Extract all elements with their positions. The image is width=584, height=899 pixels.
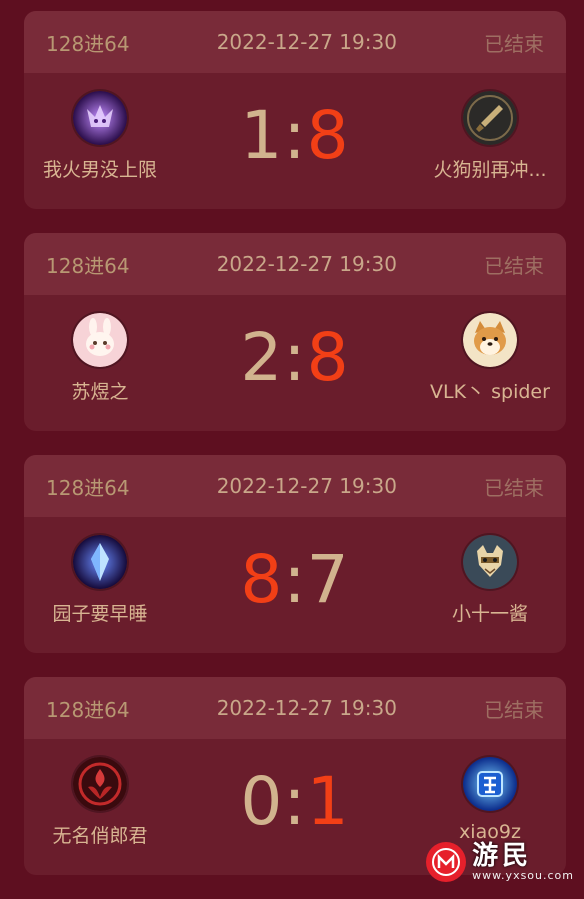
strong-badge-icon[interactable] (463, 757, 517, 811)
shiba-dog-icon[interactable] (463, 313, 517, 367)
left-score: 0 (240, 763, 284, 840)
match-header: 128进64 2022-12-27 19:30 已结束 (24, 11, 566, 73)
score-separator: : (283, 763, 307, 840)
match-time: 2022-12-27 19:30 (216, 252, 397, 276)
watermark-logo-icon (426, 842, 467, 882)
right-score: 1 (306, 763, 350, 840)
watermark-url: www.yxsou.com (472, 869, 574, 882)
match-body: 苏煜之 2:8 VLK丶 spider (24, 295, 566, 431)
match-card[interactable]: 128进64 2022-12-27 19:30 已结束 我火男没上限 1:8 火… (24, 11, 566, 209)
right-score: 8 (306, 97, 350, 174)
match-time: 2022-12-27 19:30 (216, 474, 397, 498)
match-time: 2022-12-27 19:30 (216, 30, 397, 54)
cat-mask-icon[interactable] (463, 535, 517, 589)
round-label: 128进64 (46, 253, 130, 278)
right-score: 7 (306, 541, 350, 618)
right-score: 8 (306, 319, 350, 396)
right-player[interactable]: 小十一酱 (390, 535, 566, 626)
watermark-title: 游民 (472, 841, 533, 871)
watermark-text: 游民 www.yxsou.com (472, 842, 574, 882)
match-card[interactable]: 128进64 2022-12-27 19:30 已结束 园子要早睡 8:7 小十… (24, 455, 566, 653)
match-status: 已结束 (483, 253, 544, 278)
right-player[interactable]: VLK丶 spider (390, 313, 566, 404)
score-separator: : (283, 541, 307, 618)
match-body: 我火男没上限 1:8 火狗别再冲... (24, 73, 566, 209)
round-label: 128进64 (46, 31, 130, 56)
score-separator: : (283, 319, 307, 396)
round-label: 128进64 (46, 475, 130, 500)
match-status: 已结束 (483, 697, 544, 722)
match-list: 128进64 2022-12-27 19:30 已结束 我火男没上限 1:8 火… (24, 11, 566, 899)
right-player[interactable]: 火狗别再冲... (390, 91, 566, 182)
player-name: 火狗别再冲... (433, 159, 547, 181)
score-separator: : (283, 97, 307, 174)
match-status: 已结束 (483, 31, 544, 56)
player-name: VLK丶 spider (430, 381, 550, 403)
match-header: 128进64 2022-12-27 19:30 已结束 (24, 677, 566, 739)
match-card[interactable]: 128进64 2022-12-27 19:30 已结束 苏煜之 2:8 VLK丶… (24, 233, 566, 431)
match-body: 园子要早睡 8:7 小十一酱 (24, 517, 566, 653)
match-header: 128进64 2022-12-27 19:30 已结束 (24, 233, 566, 295)
left-score: 8 (240, 541, 284, 618)
match-status: 已结束 (483, 475, 544, 500)
match-time: 2022-12-27 19:30 (216, 696, 397, 720)
player-name: 小十一酱 (451, 603, 528, 625)
match-header: 128进64 2022-12-27 19:30 已结束 (24, 455, 566, 517)
right-player[interactable]: xiao9z (390, 757, 566, 843)
site-watermark: 游民 www.yxsou.com (426, 842, 574, 882)
round-label: 128进64 (46, 697, 130, 722)
left-score: 2 (240, 319, 284, 396)
dagger-icon[interactable] (463, 91, 517, 145)
player-name: xiao9z (459, 821, 521, 843)
left-score: 1 (240, 97, 284, 174)
